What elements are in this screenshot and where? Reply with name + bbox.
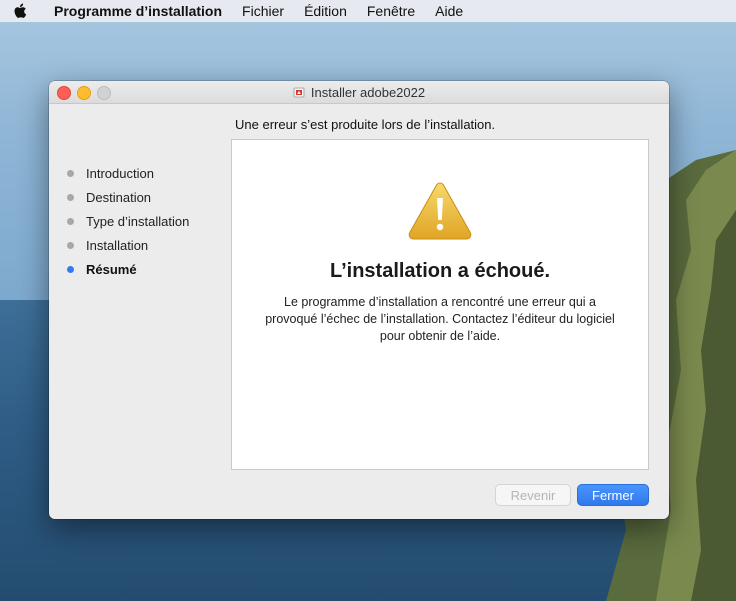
step-dot-active — [67, 265, 74, 273]
step-label: Installation — [86, 237, 149, 253]
step-label: Résumé — [86, 261, 137, 277]
menu-bar: Programme d’installation Fichier Édition… — [0, 0, 736, 22]
menu-fenetre[interactable]: Fenêtre — [367, 3, 415, 19]
step-dot — [67, 193, 74, 201]
step-dot — [67, 241, 74, 249]
content-panel: L’installation a échoué. Le programme d’… — [231, 139, 649, 470]
package-icon — [293, 86, 305, 98]
menu-fichier[interactable]: Fichier — [242, 3, 284, 19]
window-title: Installer adobe2022 — [49, 81, 669, 103]
apple-logo-icon[interactable] — [0, 3, 40, 19]
window-title-text: Installer adobe2022 — [310, 84, 426, 100]
warning-triangle-icon — [408, 182, 472, 240]
step-summary: Résumé — [67, 257, 189, 281]
step-label: Type d’installation — [86, 213, 190, 229]
step-installation-type: Type d’installation — [67, 209, 189, 233]
step-installation: Installation — [67, 233, 189, 257]
failure-message: Le programme d’installation a rencontré … — [265, 295, 615, 343]
step-label: Introduction — [86, 165, 154, 181]
steps-sidebar: Introduction Destination Type d’installa… — [67, 161, 189, 281]
back-button[interactable]: Revenir — [495, 484, 571, 506]
close-button[interactable]: Fermer — [577, 484, 649, 506]
menu-aide[interactable]: Aide — [435, 3, 463, 19]
step-dot — [67, 217, 74, 225]
menu-app-name[interactable]: Programme d’installation — [54, 3, 222, 19]
step-introduction: Introduction — [67, 161, 189, 185]
step-destination: Destination — [67, 185, 189, 209]
window-titlebar[interactable]: Installer adobe2022 — [49, 81, 669, 104]
step-dot — [67, 169, 74, 177]
installer-window: Installer adobe2022 Une erreur s’est pro… — [49, 81, 669, 519]
step-label: Destination — [86, 189, 152, 205]
installer-heading: Une erreur s’est produite lors de l’inst… — [235, 117, 496, 132]
failure-title: L’installation a échoué. — [329, 260, 551, 282]
menu-edition[interactable]: Édition — [304, 3, 347, 19]
